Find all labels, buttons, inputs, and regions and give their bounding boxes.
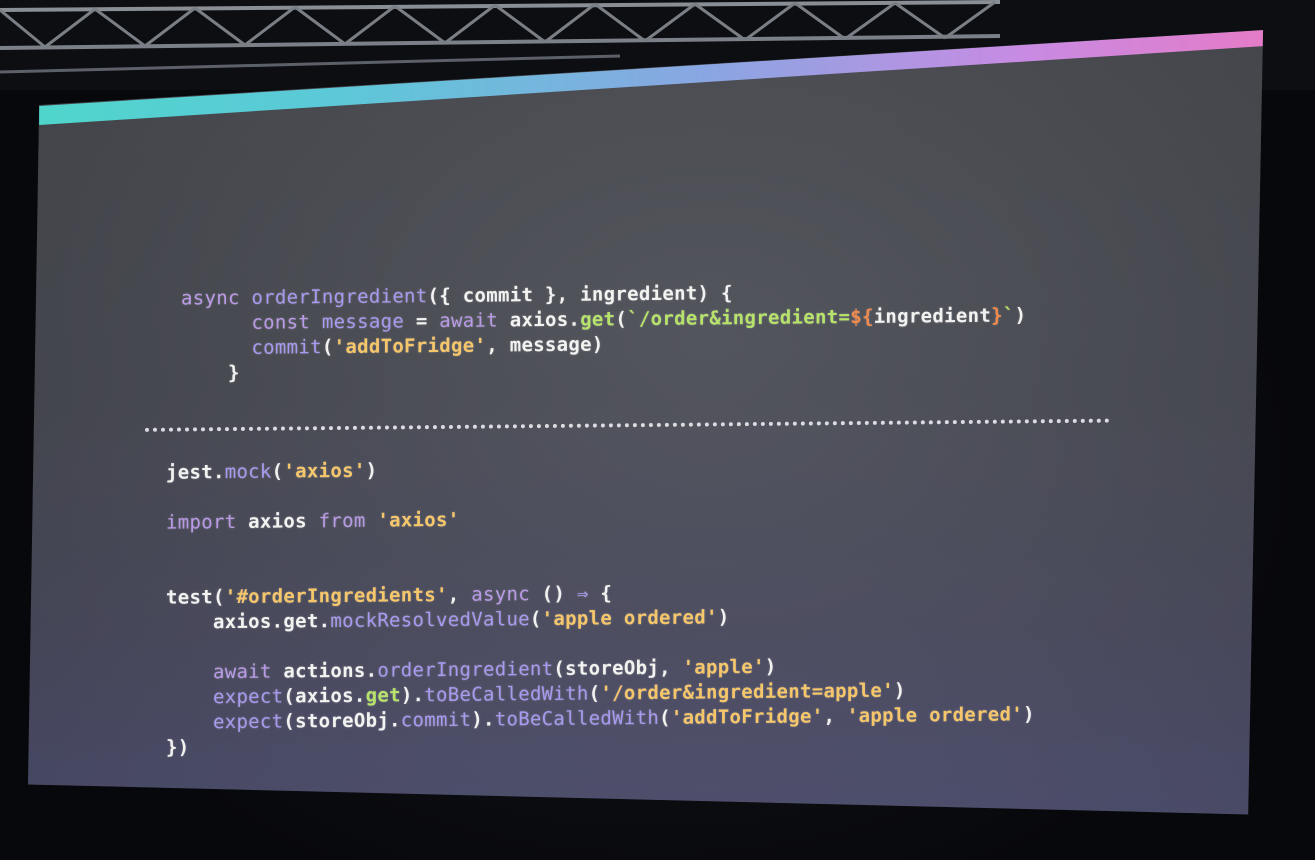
code-token: ) xyxy=(893,679,906,702)
code-token: ingredient xyxy=(873,304,992,328)
code-token: from xyxy=(318,509,366,533)
code-token: get xyxy=(365,684,401,707)
code-token: 'apple' xyxy=(682,655,765,679)
code-token: async xyxy=(181,286,240,310)
photo-scene: async orderIngredient({ commit }, ingred… xyxy=(0,0,1315,860)
code-token: (storeObj, xyxy=(553,656,683,680)
code-token: , xyxy=(823,705,847,728)
code-token: axios. xyxy=(498,308,581,332)
code-token: 'apple ordered' xyxy=(541,606,718,631)
code-token: ) xyxy=(365,459,378,482)
code-token: { xyxy=(588,582,613,605)
code-token: ( xyxy=(588,682,601,705)
code-token: get xyxy=(580,308,616,331)
code-token: `/order&ingredient= xyxy=(627,306,851,331)
code-token: '#orderIngredients' xyxy=(224,583,448,609)
code-token: 'addToFridge' xyxy=(670,705,824,729)
code-token: async xyxy=(471,583,530,606)
code-token: = xyxy=(404,310,440,333)
code-token: actions. xyxy=(271,659,378,683)
code-token: () xyxy=(529,582,577,606)
code-token: } xyxy=(227,361,240,385)
code-token: '/order&ingredient=apple' xyxy=(600,679,894,705)
code-token: (storeObj. xyxy=(283,709,401,733)
code-token: expect xyxy=(212,685,284,709)
code-token: ). xyxy=(400,684,425,707)
code-token: }) xyxy=(166,736,190,759)
code-token: toBeCalledWith xyxy=(494,706,660,731)
code-token: orderIngredient xyxy=(251,285,428,309)
projected-slide: async orderIngredient({ commit }, ingred… xyxy=(28,30,1264,815)
code-token: await xyxy=(439,309,498,333)
code-token: ( xyxy=(321,336,334,359)
code-token: ). xyxy=(471,708,495,731)
code-token: (axios. xyxy=(283,684,366,708)
code-token: import xyxy=(166,510,237,534)
code-token: 'axios' xyxy=(377,508,460,532)
code-token: ( xyxy=(271,460,284,483)
action-code-block: async orderIngredient({ commit }, ingred… xyxy=(181,278,1026,386)
code-token: ( xyxy=(659,706,671,729)
code-token: mock xyxy=(224,460,272,484)
code-token: const xyxy=(251,311,311,334)
code-token: orderIngredient xyxy=(377,657,554,682)
code-token: ) xyxy=(1014,304,1027,327)
code-token: commit xyxy=(251,336,322,359)
code-token: commit xyxy=(400,708,472,732)
code-area: async orderIngredient({ commit }, ingred… xyxy=(28,30,1263,814)
code-token: 'apple ordered' xyxy=(846,703,1024,728)
code-token: , xyxy=(447,583,472,606)
code-token: ( xyxy=(529,608,542,631)
code-token: 'axios' xyxy=(283,459,366,483)
code-token: ${ xyxy=(850,305,874,329)
code-token: ({ commit }, ingredient) { xyxy=(427,282,733,308)
code-token: ⇒ xyxy=(576,582,589,605)
code-token: ) xyxy=(1023,703,1035,726)
code-token: ` xyxy=(1002,304,1015,327)
code-token: ) xyxy=(717,606,730,629)
code-token: ( xyxy=(615,308,628,331)
code-token: message xyxy=(321,310,405,334)
code-token: await xyxy=(212,660,272,684)
code-token: jest. xyxy=(166,461,225,484)
code-token: } xyxy=(991,304,1003,327)
code-token: , message) xyxy=(486,333,604,357)
test-code-block: jest.mock('axios') import axios from 'axi… xyxy=(166,452,1035,760)
code-token: mockResolvedValue xyxy=(330,608,530,633)
code-token: axios.get. xyxy=(166,610,331,634)
code-token: test( xyxy=(166,586,225,609)
code-token: expect xyxy=(212,710,284,734)
code-token: 'addToFridge' xyxy=(333,334,487,359)
dotted-divider xyxy=(145,418,1110,432)
code-token: toBeCalledWith xyxy=(424,682,589,707)
code-token: ) xyxy=(764,655,777,678)
code-token: axios xyxy=(236,510,319,533)
